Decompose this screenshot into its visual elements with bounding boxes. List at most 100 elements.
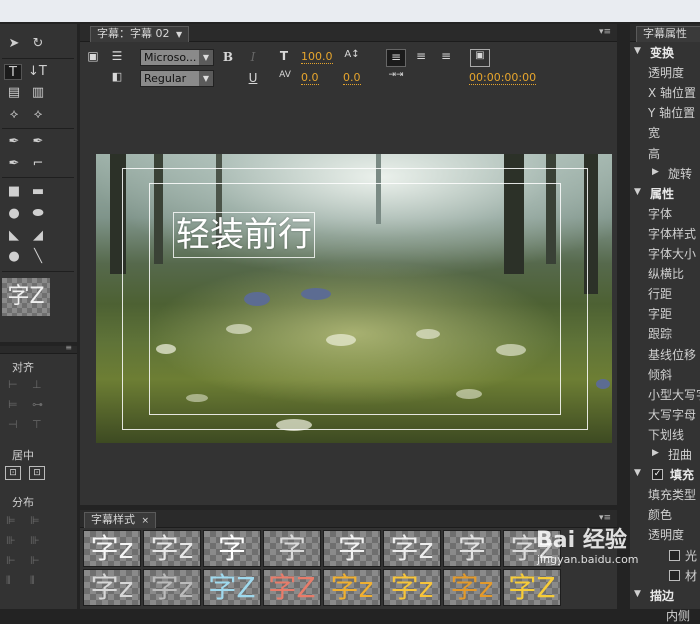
center-vertical-icon[interactable]: ⊡ bbox=[29, 466, 45, 480]
property-label[interactable]: X 轴位置 bbox=[648, 84, 696, 101]
type-tool-icon[interactable]: T bbox=[4, 64, 22, 80]
align-left-button[interactable]: ≡ bbox=[386, 49, 406, 67]
font-family-dropdown[interactable]: Microso... ▼ bbox=[140, 49, 214, 66]
option-checkbox[interactable] bbox=[669, 549, 680, 561]
tab-title-properties[interactable]: 字幕属性 bbox=[636, 26, 700, 42]
style-swatch[interactable]: 字z bbox=[83, 530, 141, 567]
style-swatch[interactable]: 字z bbox=[143, 530, 201, 567]
line-tool-icon[interactable]: ╲ bbox=[29, 249, 47, 265]
wedge-tool-icon[interactable]: ◣ bbox=[5, 228, 23, 244]
style-swatch[interactable]: 字z bbox=[83, 569, 141, 606]
style-swatch[interactable]: 字 bbox=[203, 530, 261, 567]
property-label[interactable]: 变换 bbox=[650, 44, 674, 61]
property-label[interactable]: 下划线 bbox=[648, 426, 684, 443]
chevron-right-icon[interactable]: ▶ bbox=[652, 167, 659, 177]
style-swatch[interactable]: 字Z bbox=[263, 569, 321, 606]
property-label[interactable]: 光 bbox=[685, 547, 697, 564]
rectangle-tool-icon[interactable]: ■ bbox=[5, 184, 23, 200]
underline-button[interactable]: U bbox=[245, 71, 261, 85]
property-label[interactable]: 旋转 bbox=[668, 165, 692, 182]
property-label[interactable]: 大写字母 bbox=[648, 406, 696, 423]
center-horizontal-icon[interactable]: ⊡ bbox=[5, 466, 21, 480]
rounded-rectangle-tool-icon[interactable]: ▬ bbox=[29, 184, 47, 200]
kerning-value[interactable]: 0.0 bbox=[301, 72, 319, 85]
style-swatch[interactable]: 字 bbox=[263, 530, 321, 567]
align-center-button[interactable]: ≡ bbox=[411, 49, 431, 63]
show-background-video-icon[interactable]: ▣ bbox=[470, 49, 490, 67]
property-label[interactable]: 透明度 bbox=[648, 526, 684, 543]
property-label[interactable]: 字体 bbox=[648, 205, 672, 222]
close-icon[interactable]: × bbox=[142, 516, 150, 526]
property-label[interactable]: 填充 bbox=[670, 466, 694, 483]
rounded-corner-rectangle-tool-icon[interactable]: ⬬ bbox=[29, 206, 47, 222]
property-label[interactable]: 基线位移 bbox=[648, 346, 696, 363]
template-icon[interactable]: ◧ bbox=[108, 70, 126, 83]
property-label[interactable]: 透明度 bbox=[648, 64, 684, 81]
font-style-dropdown[interactable]: Regular ▼ bbox=[140, 70, 214, 87]
style-swatch[interactable]: 字z bbox=[443, 569, 501, 606]
property-label[interactable]: 属性 bbox=[650, 185, 674, 202]
property-label[interactable]: 纵横比 bbox=[648, 265, 684, 282]
italic-button[interactable]: I bbox=[245, 50, 261, 64]
vertical-area-type-tool-icon[interactable]: ▥ bbox=[29, 85, 47, 101]
chevron-down-icon[interactable]: ▼ bbox=[634, 589, 641, 599]
property-label[interactable]: 字距 bbox=[648, 305, 672, 322]
chevron-right-icon[interactable]: ▶ bbox=[652, 448, 659, 458]
tab-titler[interactable]: 字幕：字幕 02 ▼ bbox=[90, 26, 190, 42]
panel-menu-icon[interactable]: ▾≡ bbox=[599, 27, 611, 37]
ellipse-tool-icon[interactable]: ● bbox=[5, 206, 23, 222]
roll-crawl-options-icon[interactable]: ▣ bbox=[84, 49, 102, 63]
style-swatch[interactable]: 字z bbox=[143, 569, 201, 606]
video-canvas[interactable]: 轻装前行 bbox=[96, 154, 612, 443]
tab-stops-button[interactable]: ⇥⇥ bbox=[386, 70, 406, 80]
bold-button[interactable]: B bbox=[220, 50, 236, 64]
property-label[interactable]: 材 bbox=[685, 567, 697, 584]
property-label[interactable]: 描边 bbox=[650, 587, 674, 604]
selection-tool-icon[interactable]: ➤ bbox=[5, 36, 23, 52]
chevron-down-icon[interactable]: ▼ bbox=[634, 468, 641, 478]
style-swatch[interactable]: 字 bbox=[323, 530, 381, 567]
font-size-value[interactable]: 100.0 bbox=[301, 51, 333, 64]
align-right-button[interactable]: ≡ bbox=[436, 49, 456, 63]
property-label[interactable]: 字体样式 bbox=[648, 225, 696, 242]
tab-title-styles[interactable]: 字幕样式 × bbox=[84, 512, 157, 528]
pen-tool-icon[interactable]: ✒ bbox=[5, 134, 23, 150]
property-label[interactable]: 颜色 bbox=[648, 506, 672, 523]
panel-menu-icon[interactable]: ≡ bbox=[65, 343, 72, 352]
path-type-tool-icon[interactable]: ⟡ bbox=[5, 107, 23, 123]
property-label[interactable]: 行距 bbox=[648, 285, 672, 302]
style-swatch[interactable]: 字Z bbox=[203, 569, 261, 606]
property-label[interactable]: 宽 bbox=[648, 124, 660, 141]
style-swatch[interactable]: 字z bbox=[383, 530, 441, 567]
style-swatch[interactable]: 字z bbox=[323, 569, 381, 606]
add-anchor-tool-icon[interactable]: ✒ bbox=[5, 156, 23, 172]
circle-tool-icon[interactable]: ● bbox=[5, 249, 23, 265]
chevron-down-icon[interactable]: ▼ bbox=[634, 46, 641, 56]
style-swatch[interactable]: 字Z bbox=[503, 569, 561, 606]
option-checkbox[interactable] bbox=[669, 569, 680, 581]
style-swatch[interactable]: 字 bbox=[443, 530, 501, 567]
property-label[interactable]: 倾斜 bbox=[648, 366, 672, 383]
property-label[interactable]: 高 bbox=[648, 145, 660, 162]
tab-stops-icon[interactable]: ☰ bbox=[108, 49, 126, 63]
delete-anchor-tool-icon[interactable]: ✒ bbox=[29, 134, 47, 150]
arc-tool-icon[interactable]: ◢ bbox=[29, 228, 47, 244]
title-text-box[interactable]: 轻装前行 bbox=[173, 212, 315, 258]
property-label[interactable]: 字体大小 bbox=[648, 245, 696, 262]
vertical-path-type-tool-icon[interactable]: ⟡ bbox=[29, 107, 47, 123]
vertical-type-tool-icon[interactable]: ↓T bbox=[28, 64, 47, 80]
property-label[interactable]: 跟踪 bbox=[648, 325, 672, 342]
area-type-tool-icon[interactable]: ▤ bbox=[5, 85, 23, 101]
property-label[interactable]: 填充类型 bbox=[648, 486, 696, 503]
chevron-down-icon[interactable]: ▼ bbox=[634, 187, 641, 197]
dropdown-arrow-icon[interactable]: ▼ bbox=[176, 30, 182, 39]
property-label[interactable]: 内侧 bbox=[666, 607, 690, 624]
leading-value[interactable]: 0.0 bbox=[343, 72, 361, 85]
property-label[interactable]: 扭曲 bbox=[668, 446, 692, 463]
property-label[interactable]: Y 轴位置 bbox=[648, 104, 695, 121]
timecode-value[interactable]: 00:00:00:00 bbox=[469, 72, 537, 85]
fill-checkbox[interactable]: ✓ bbox=[652, 469, 663, 481]
rotation-tool-icon[interactable]: ↻ bbox=[29, 36, 47, 52]
convert-anchor-tool-icon[interactable]: ⌐ bbox=[29, 156, 47, 172]
property-label[interactable]: 小型大写字 bbox=[648, 386, 700, 403]
